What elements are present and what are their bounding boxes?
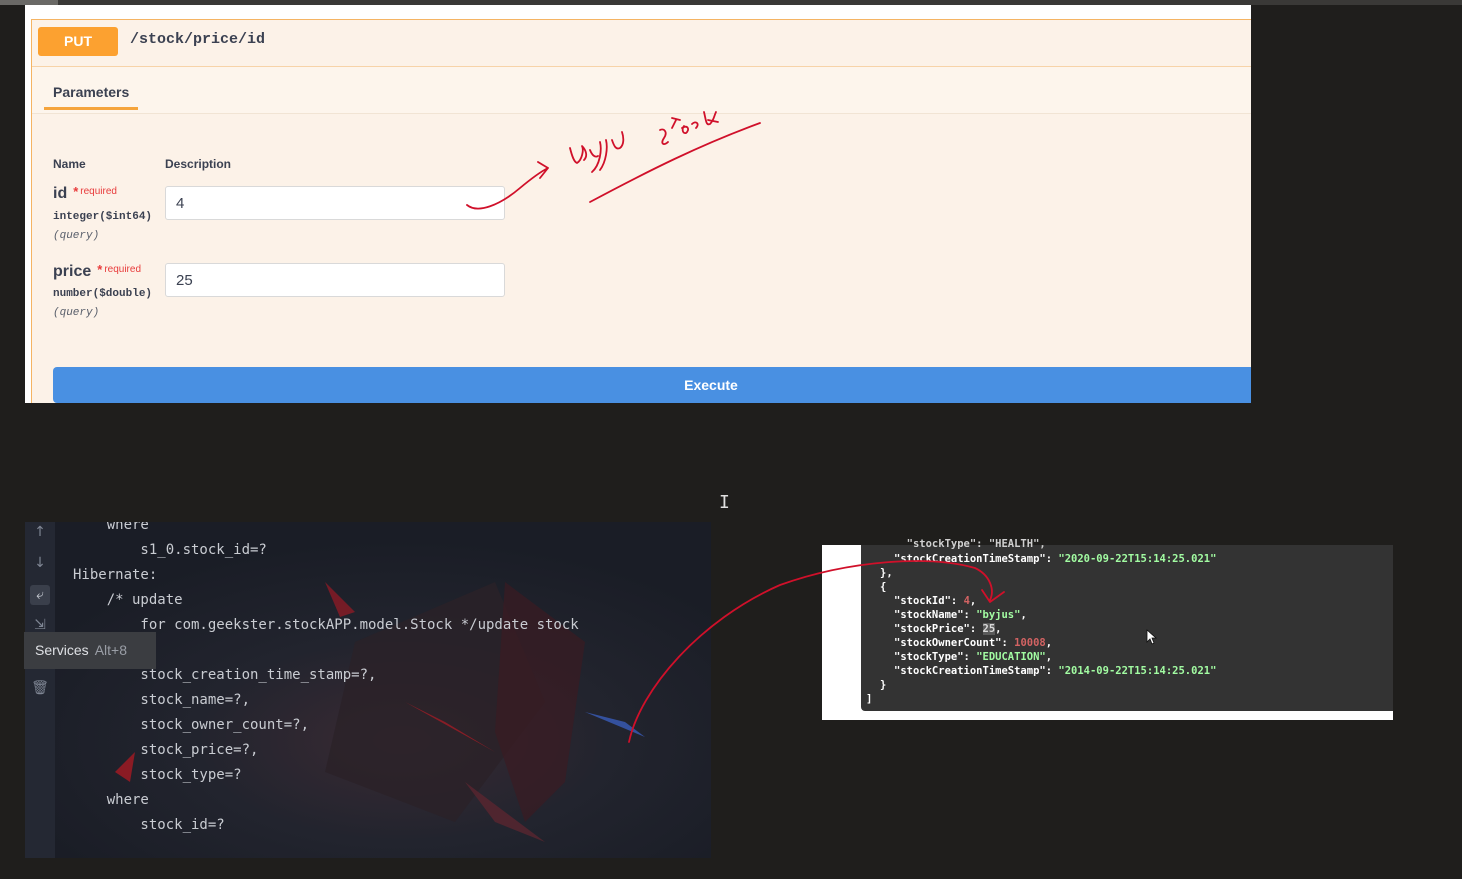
required-star-icon: *: [97, 262, 103, 277]
param-type: number($double): [53, 288, 153, 300]
operation-header[interactable]: PUT /stock/price/id: [32, 20, 1251, 67]
json-line: "stockOwnerCount": 10008,: [894, 637, 1053, 649]
active-tab-indicator: [44, 107, 138, 110]
json-value: 10008: [1014, 637, 1046, 649]
column-header-name: Name: [53, 157, 86, 171]
param-location: (query): [53, 307, 100, 319]
param-name-price: price * required: [53, 262, 142, 281]
param-name-id: id * required: [53, 184, 117, 203]
tooltip-shortcut: Alt+8: [94, 642, 127, 658]
console-line: stock_type=?: [73, 767, 242, 783]
parameters-tab-bar: Parameters: [32, 67, 1251, 114]
param-type: integer($int64): [53, 211, 153, 223]
json-line: "stockCreationTimeStamp": "2020-09-22T15…: [894, 553, 1217, 565]
json-line: "stockCreationTimeStamp": "2014-09-22T15…: [894, 665, 1217, 677]
json-value: "EDUCATION": [976, 651, 1046, 663]
json-value: "byjus": [976, 609, 1021, 621]
required-label: required: [104, 264, 142, 275]
json-value-selected[interactable]: 25: [982, 623, 996, 635]
response-body: "stockType": "HEALTH", "stockCreationTim…: [861, 538, 1393, 711]
param-name-label: id: [53, 185, 68, 202]
json-key: "stockOwnerCount": [894, 637, 1002, 649]
mouse-pointer-icon: [1146, 629, 1158, 645]
console-line: s1_0.stock_id=?: [73, 542, 267, 558]
param-location: (query): [53, 230, 100, 242]
column-header-description: Description: [165, 157, 232, 171]
endpoint-path: /stock/price/id: [130, 31, 266, 48]
required-star-icon: *: [73, 184, 79, 199]
soft-wrap-icon[interactable]: ⤶: [30, 585, 50, 605]
json-value: 4: [963, 595, 970, 607]
console-line: stock_id=?: [73, 817, 225, 833]
json-line: "stockType": "EDUCATION",: [894, 651, 1053, 663]
json-key: "stockId": [894, 595, 951, 607]
trash-icon[interactable]: 🗑: [30, 678, 50, 698]
json-line: }: [880, 679, 887, 691]
json-value: "2014-09-22T15:14:25.021": [1058, 665, 1217, 677]
json-key: "stockType": [894, 651, 964, 663]
json-line: ]: [866, 693, 873, 705]
arrow-up-icon[interactable]: ↑: [30, 522, 50, 542]
json-line: "stockType": "HEALTH",: [894, 538, 1046, 550]
console-line: /* update: [73, 592, 183, 608]
console-line: for com.geekster.stockAPP.model.Stock */…: [73, 617, 579, 633]
run-console: ↑ ↓ ⤶ ⇲ 🗑 where s1_0.stock_id=? Hibernat…: [25, 522, 711, 858]
console-line: where: [73, 522, 149, 533]
tooltip-label: Services: [35, 642, 89, 658]
json-key: "stockName": [894, 609, 964, 621]
response-panel: "stockType": "HEALTH", "stockCreationTim…: [822, 538, 1393, 720]
swagger-panel: PUT /stock/price/id Parameters Name Desc…: [25, 5, 1251, 403]
http-method-badge: PUT: [38, 27, 118, 56]
json-line: "stockPrice": 25,: [894, 623, 1002, 635]
console-line: stock_owner_count=?,: [73, 717, 310, 733]
services-tooltip: Services Alt+8: [24, 632, 156, 669]
required-label: required: [80, 186, 117, 197]
console-line: stock_price=?,: [73, 742, 259, 758]
json-line: "stockName": "byjus",: [894, 609, 1027, 621]
console-line: where: [73, 792, 149, 808]
tab-parameters[interactable]: Parameters: [53, 84, 129, 100]
console-gutter: ↑ ↓ ⤶ ⇲ 🗑: [25, 522, 55, 858]
console-line: Hibernate:: [73, 567, 158, 583]
console-line: stock_name=?,: [73, 692, 251, 708]
json-line: {: [880, 581, 887, 593]
json-value: "2020-09-22T15:14:25.021": [1058, 553, 1217, 565]
price-input[interactable]: 25: [165, 263, 505, 297]
execute-button[interactable]: Execute: [53, 367, 1251, 403]
execute-label: Execute: [684, 377, 738, 393]
param-name-label: price: [53, 263, 92, 280]
id-input[interactable]: 4: [165, 186, 505, 220]
json-line: },: [880, 567, 893, 579]
json-key: "stockCreationTimeStamp": [894, 665, 1046, 677]
operation-block: PUT /stock/price/id Parameters Name Desc…: [31, 19, 1251, 403]
text-cursor-icon: I: [719, 492, 730, 513]
console-line: stock_creation_time_stamp=?,: [73, 667, 377, 683]
arrow-down-icon[interactable]: ↓: [30, 553, 50, 573]
json-key: "stockPrice": [894, 623, 970, 635]
json-key: "stockCreationTimeStamp": [894, 553, 1046, 565]
json-line: "stockId": 4,: [894, 595, 977, 607]
